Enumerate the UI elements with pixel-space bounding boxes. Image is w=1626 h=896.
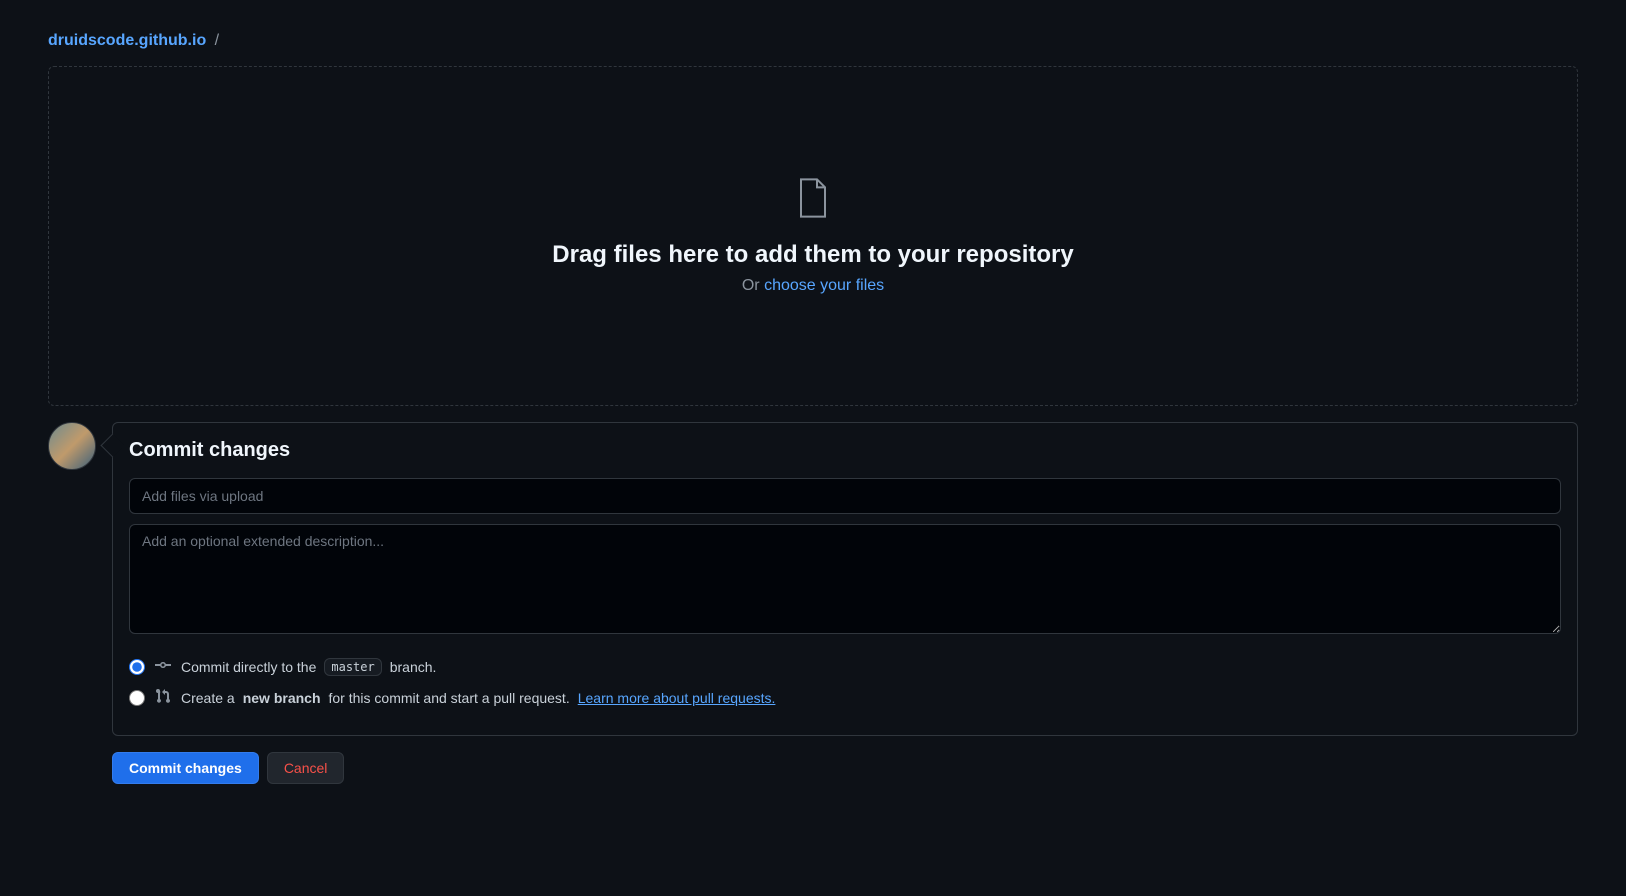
learn-more-link[interactable]: Learn more about pull requests.: [578, 690, 776, 706]
commit-direct-label: Commit directly to the master branch.: [181, 658, 436, 676]
commit-direct-option[interactable]: Commit directly to the master branch.: [129, 657, 1561, 676]
repo-link[interactable]: druidscode.github.io: [48, 32, 206, 49]
commit-heading: Commit changes: [129, 439, 1561, 462]
file-icon: [797, 178, 829, 221]
file-dropzone[interactable]: Drag files here to add them to your repo…: [48, 66, 1578, 406]
branch-badge: master: [324, 658, 381, 676]
commit-summary-input[interactable]: [129, 478, 1561, 514]
git-pull-request-icon: [155, 688, 171, 707]
dropzone-title: Drag files here to add them to your repo…: [552, 241, 1073, 269]
commit-direct-radio[interactable]: [129, 659, 145, 675]
commit-description-input[interactable]: [129, 524, 1561, 634]
breadcrumb: druidscode.github.io /: [48, 32, 1610, 50]
commit-newbranch-radio[interactable]: [129, 690, 145, 706]
dropzone-subtext: Or choose your files: [742, 277, 884, 295]
breadcrumb-separator: /: [215, 32, 219, 49]
choose-files-link[interactable]: choose your files: [764, 277, 884, 294]
commit-newbranch-label: Create a new branch for this commit and …: [181, 690, 775, 706]
avatar[interactable]: [48, 422, 96, 470]
cancel-button[interactable]: Cancel: [267, 752, 345, 784]
commit-box: Commit changes Commit directly to the ma…: [112, 422, 1578, 736]
commit-actions: Commit changes Cancel: [112, 752, 1578, 784]
commit-button[interactable]: Commit changes: [112, 752, 259, 784]
git-commit-icon: [155, 657, 171, 676]
commit-newbranch-option[interactable]: Create a new branch for this commit and …: [129, 688, 1561, 707]
